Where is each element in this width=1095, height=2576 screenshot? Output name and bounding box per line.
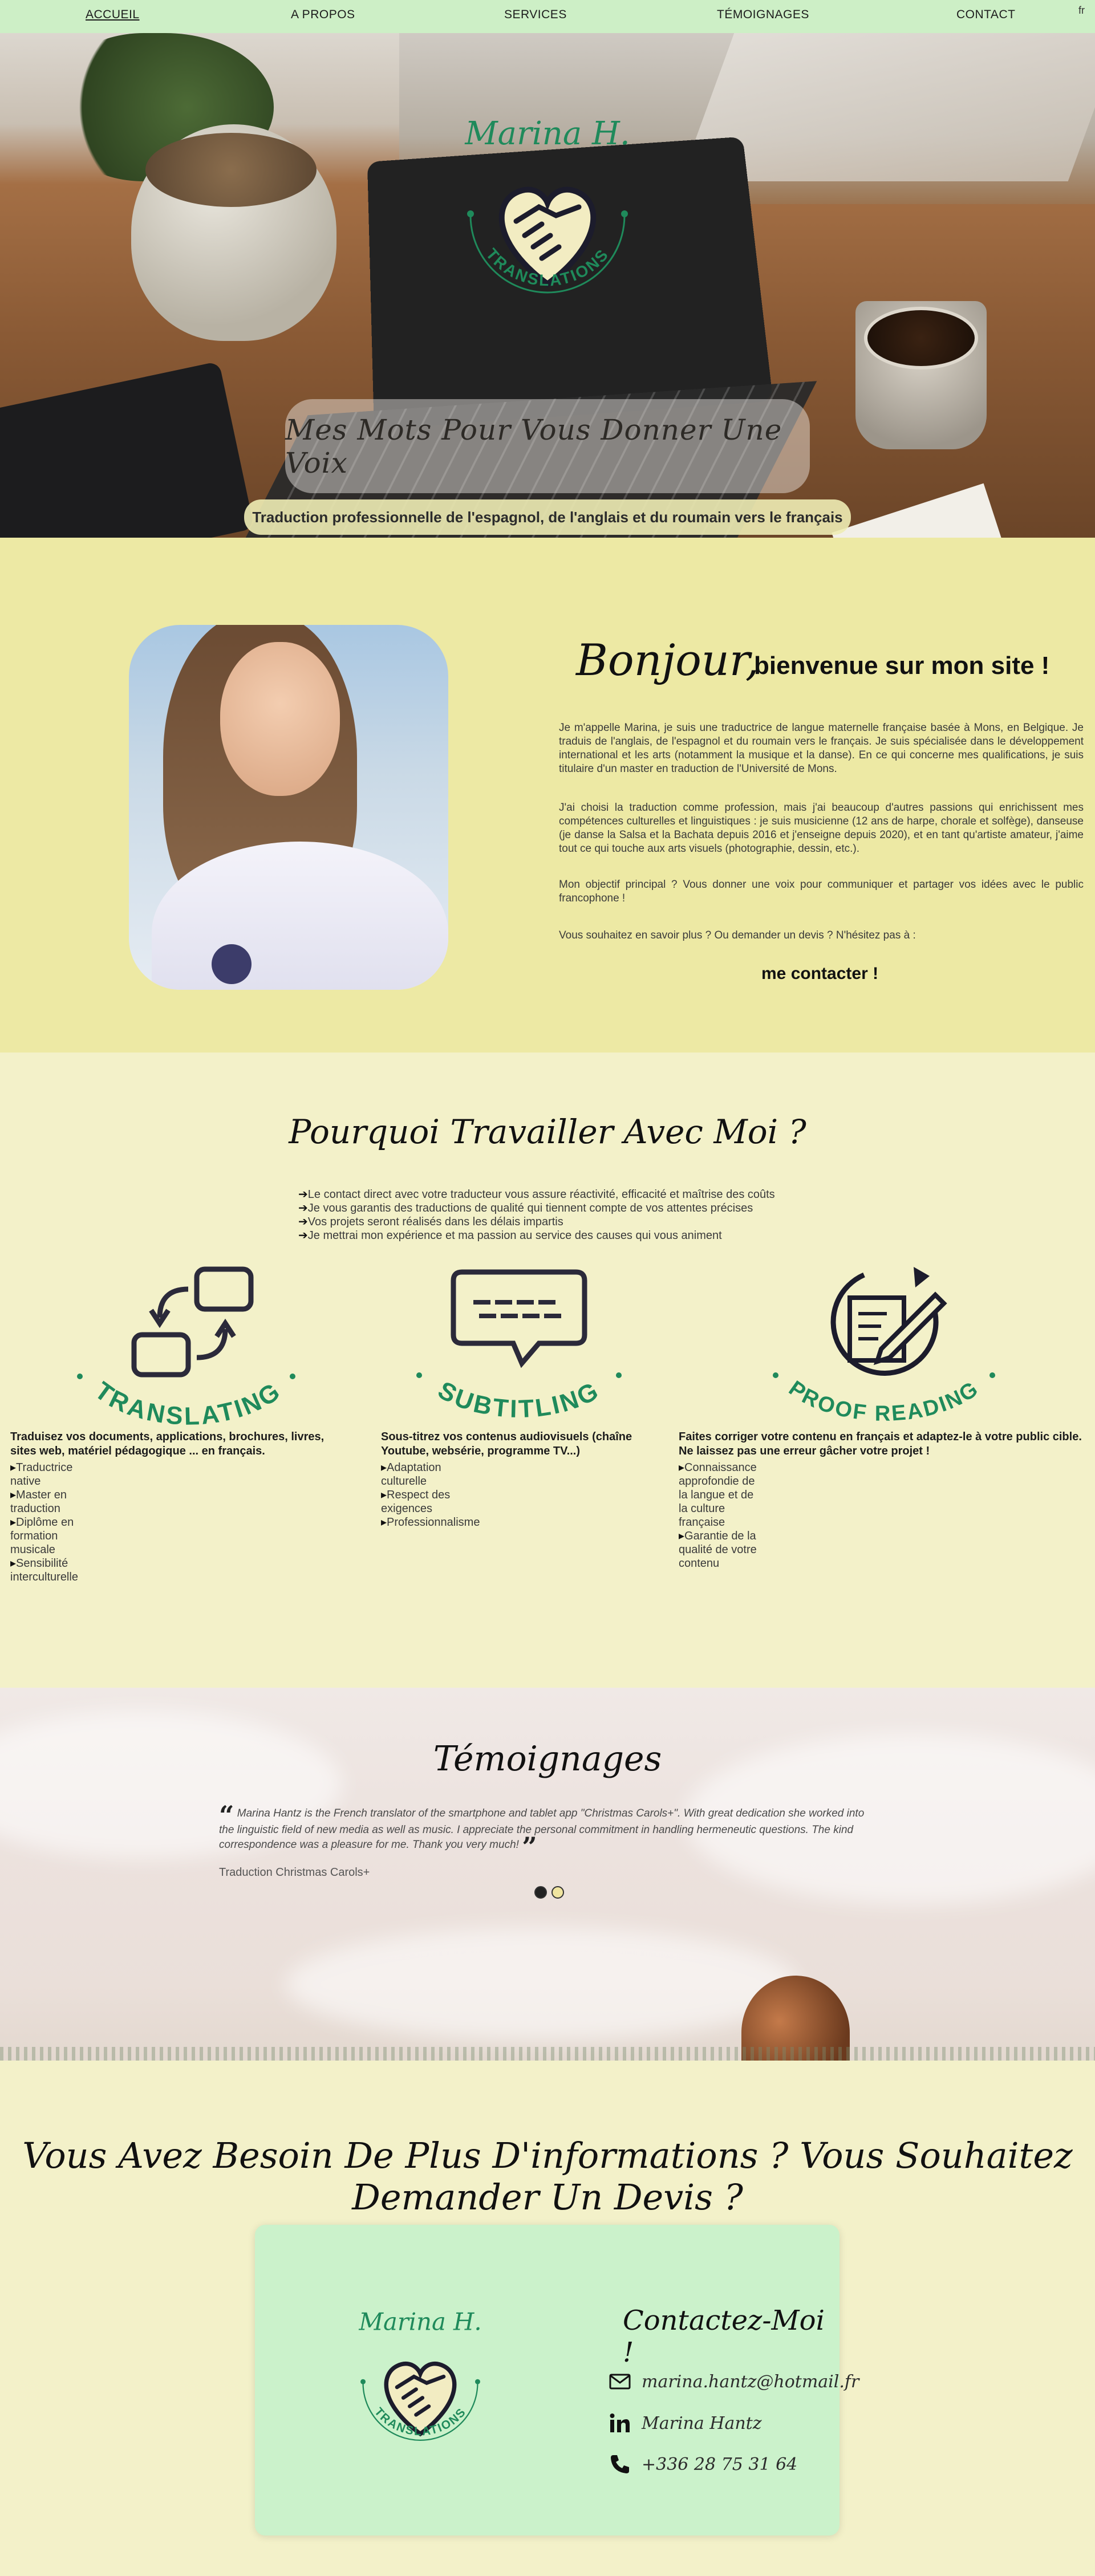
speech-bubble-icon: SUBTITLING [416,1269,622,1423]
testimonial-quote: “ Marina Hantz is the French translator … [219,1802,881,1860]
brand-name: Marina H. [464,115,630,152]
hero-section: Marina H. TRANSLATIONS Mes Mots Pour Vou… [0,33,1095,538]
service-proofreading-desc: Faites corriger votre contenu en françai… [679,1431,1082,1457]
about-welcome: bienvenue sur mon site ! [754,652,1050,680]
cycle-arrows-icon: TRANSLATING [77,1266,295,1431]
plant-soil-image [145,133,317,207]
nav-services[interactable]: SERVICES [504,8,567,22]
about-section: Bonjour, bienvenue sur mon site ! Je m'a… [0,538,1095,1053]
testimonials-section: Témoignages “ Marina Hantz is the French… [0,1688,1095,2061]
bullet: Sensibilité interculturelle [10,1557,78,1584]
contact-section: Vous Avez Besoin De Plus D'informations … [0,2061,1095,2576]
bullet: Professionnalisme [381,1515,480,1529]
background-horizon [0,2047,1095,2061]
contact-phone[interactable]: +336 28 75 31 64 [642,2455,797,2475]
phone-icon [611,2455,629,2473]
carousel-dot-1[interactable] [534,1886,547,1899]
nav-contact[interactable]: CONTACT [956,8,1015,22]
nav-a-propos[interactable]: A PROPOS [291,8,355,22]
about-paragraph-4: Vous souhaitez en savoir plus ? Ou deman… [559,929,916,941]
tablet-image [0,361,255,538]
service-subtitling-desc: Sous-titrez vos contenus audiovisuels (c… [381,1431,632,1457]
notepad-pen-icon: PROOF READING [773,1267,995,1426]
about-greeting: Bonjour, [576,635,759,685]
coffee-image [864,307,978,369]
service-subtitling-bullets: Adaptation culturelle Respect des exigen… [381,1461,480,1529]
brand-logo: Marina H. TRANSLATIONS [425,90,670,330]
testimonial-source: Traduction Christmas Carols+ [219,1866,370,1879]
contact-me-link[interactable]: me contacter ! [761,964,878,984]
about-paragraph-1: Je m'appelle Marina, je suis une traduct… [559,722,1084,775]
bullet: Respect des exigences [381,1488,480,1515]
bullet: Master en traduction [10,1488,78,1515]
contact-email[interactable]: marina.hantz@hotmail.fr [642,2372,859,2392]
contact-card: Marina H. TRANSLATIONS Contactez-Moi ! m… [255,2225,859,2536]
svg-text:PROOF READING: PROOF READING [784,1376,983,1426]
contact-heading: Vous Avez Besoin De Plus D'informations … [22,2135,1073,2218]
testimonials-title: Témoignages [433,1739,662,1779]
nav-temoignages[interactable]: TÉMOIGNAGES [717,8,809,22]
contact-linkedin[interactable]: Marina Hantz [642,2414,762,2433]
top-navigation: ACCUEIL A PROPOS SERVICES TÉMOIGNAGES CO… [0,0,1095,33]
language-switch[interactable]: fr [1078,5,1085,17]
bullet: Connaissance approfondie de la langue et… [679,1461,764,1529]
testimonial-text: Marina Hantz is the French translator of… [219,1807,865,1851]
service-proofreading-bullets: Connaissance approfondie de la langue et… [679,1461,764,1570]
services-section: Pourquoi Travailler Avec Moi ? Le contac… [0,1053,1095,1688]
service-translating-bullets: Traductrice native Master en traduction … [10,1461,78,1584]
contact-linkedin-row[interactable]: Marina Hantz [609,2412,762,2435]
bullet: Traductrice native [10,1461,78,1488]
brand-logo-small: Marina H. TRANSLATIONS [329,2287,512,2470]
carousel-dots [534,1886,564,1899]
contact-phone-row[interactable]: +336 28 75 31 64 [609,2453,797,2476]
paper-image [832,483,1005,538]
quote-close-icon: ” [522,1831,537,1862]
nav-accueil[interactable]: ACCUEIL [86,8,140,22]
hero-tagline: Mes Mots Pour Vous Donner Une Voix [285,399,810,493]
bullet: Diplôme en formation musicale [10,1515,78,1557]
contact-card-title: Contactez-Moi ! [623,2305,825,2368]
about-paragraph-3: Mon objectif principal ? Vous donner une… [559,879,1084,904]
bullet: Adaptation culturelle [381,1461,480,1488]
service-translating-desc: Traduisez vos documents, applications, b… [10,1431,325,1457]
svg-text:SUBTITLING: SUBTITLING [433,1376,605,1423]
linkedin-icon [610,2414,630,2432]
why-item: Le contact direct avec votre traducteur … [298,1188,775,1201]
why-item: Vos projets seront réalisés dans les dél… [298,1215,775,1229]
svg-text:Marina H.: Marina H. [358,2307,481,2335]
carousel-dot-2[interactable] [551,1886,564,1899]
about-paragraph-2: J'ai choisi la traduction comme professi… [559,802,1084,855]
services-title: Pourquoi Travailler Avec Moi ? [289,1112,806,1151]
why-item: Je mettrai mon expérience et ma passion … [298,1229,775,1242]
hero-subtitle: Traduction professionnelle de l'espagnol… [244,499,851,535]
why-list: Le contact direct avec votre traducteur … [298,1188,775,1242]
envelope-icon [609,2374,631,2390]
bullet: Garantie de la qualité de votre contenu [679,1529,764,1570]
why-item: Je vous garantis des traductions de qual… [298,1201,775,1215]
portrait-photo [129,625,448,990]
contact-email-row[interactable]: marina.hantz@hotmail.fr [609,2370,859,2393]
svg-text:TRANSLATING: TRANSLATING [90,1376,286,1431]
